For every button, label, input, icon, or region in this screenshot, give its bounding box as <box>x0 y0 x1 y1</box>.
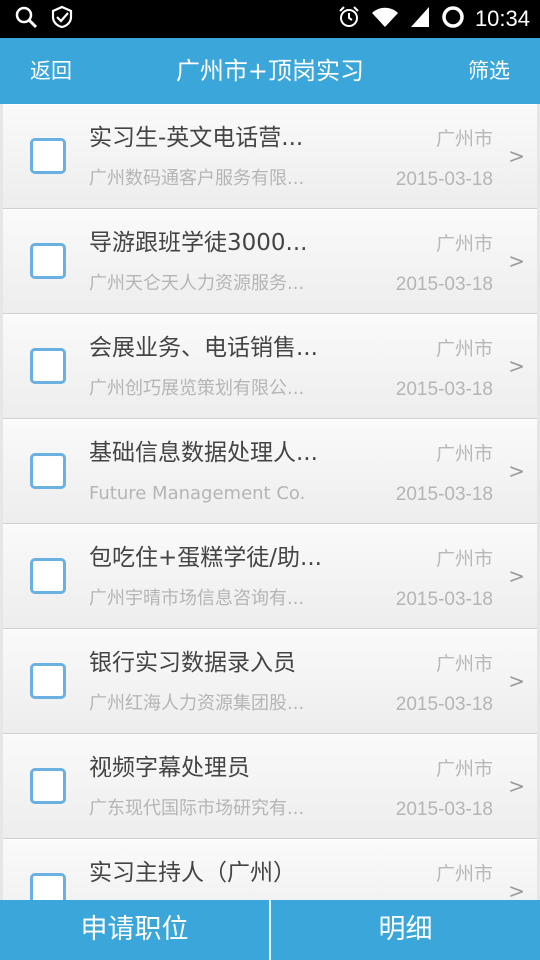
job-city: 广州市 <box>435 758 493 780</box>
job-date: 2015-03-18 <box>395 379 493 400</box>
job-title: 实习主持人（广州） <box>89 860 296 886</box>
job-city: 广州市 <box>435 548 493 570</box>
status-time: 10:34 <box>474 6 530 31</box>
job-row[interactable]: 会展业务、电话销售... 广州创巧展览策划有限公... 广州市 2015-03-… <box>3 314 537 419</box>
job-city: 广州市 <box>435 128 493 150</box>
wifi-icon <box>371 5 399 33</box>
bottom-action-bar: 申请职位 明细 <box>0 900 540 960</box>
job-row[interactable]: 实习主持人（广州） 广州市 > <box>3 839 537 900</box>
status-bar: 10:34 <box>0 0 540 38</box>
signal-icon <box>409 5 431 33</box>
job-title: 包吃住+蛋糕学徒/助... <box>89 545 322 571</box>
job-row[interactable]: 包吃住+蛋糕学徒/助... 广州宇晴市场信息咨询有... 广州市 2015-03… <box>3 524 537 629</box>
job-date: 2015-03-18 <box>395 484 493 505</box>
chevron-right-icon: > <box>508 879 525 900</box>
job-checkbox[interactable] <box>30 873 66 900</box>
job-row[interactable]: 实习生-英文电话营... 广州数码通客户服务有限... 广州市 2015-03-… <box>3 104 537 209</box>
job-city: 广州市 <box>435 338 493 360</box>
job-date: 2015-03-18 <box>395 589 493 610</box>
job-company: 广州红海人力资源集团股... <box>89 693 305 714</box>
job-row[interactable]: 银行实习数据录入员 广州红海人力资源集团股... 广州市 2015-03-18 … <box>3 629 537 734</box>
job-row[interactable]: 基础信息数据处理人... Future Management Co. 广州市 2… <box>3 419 537 524</box>
alarm-icon <box>337 5 361 33</box>
chevron-right-icon: > <box>508 564 525 588</box>
job-company: 广州宇晴市场信息咨询有... <box>89 588 305 609</box>
job-checkbox[interactable] <box>30 138 66 174</box>
job-checkbox[interactable] <box>30 348 66 384</box>
chevron-right-icon: > <box>508 669 525 693</box>
job-list[interactable]: 实习生-英文电话营... 广州数码通客户服务有限... 广州市 2015-03-… <box>0 104 540 900</box>
sync-icon <box>441 5 465 33</box>
job-company: 广州创巧展览策划有限公... <box>89 378 305 399</box>
job-checkbox[interactable] <box>30 768 66 804</box>
job-city: 广州市 <box>435 233 493 255</box>
job-title: 视频字幕处理员 <box>89 755 250 781</box>
job-date: 2015-03-18 <box>395 694 493 715</box>
divider <box>269 900 271 960</box>
job-date: 2015-03-18 <box>395 799 493 820</box>
job-row[interactable]: 导游跟班学徒3000... 广州天仑天人力资源服务... 广州市 2015-03… <box>3 209 537 314</box>
job-checkbox[interactable] <box>30 663 66 699</box>
search-icon <box>14 5 38 33</box>
job-checkbox[interactable] <box>30 558 66 594</box>
job-company: 广东现代国际市场研究有... <box>89 798 305 819</box>
job-date: 2015-03-18 <box>395 169 493 190</box>
job-title: 会展业务、电话销售... <box>89 335 318 361</box>
detail-button[interactable]: 明细 <box>271 900 540 960</box>
job-row[interactable]: 视频字幕处理员 广东现代国际市场研究有... 广州市 2015-03-18 > <box>3 734 537 839</box>
job-company: Future Management Co. <box>89 483 306 504</box>
job-date: 2015-03-18 <box>395 274 493 295</box>
page-title: 广州市+顶岗实习 <box>175 57 365 85</box>
job-company: 广州数码通客户服务有限... <box>89 168 305 189</box>
job-city: 广州市 <box>435 863 493 885</box>
chevron-right-icon: > <box>508 249 525 273</box>
job-title: 基础信息数据处理人... <box>89 440 318 466</box>
job-title: 导游跟班学徒3000... <box>89 230 308 256</box>
job-city: 广州市 <box>435 443 493 465</box>
job-title: 银行实习数据录入员 <box>89 650 296 676</box>
app-header: 返回 广州市+顶岗实习 筛选 <box>0 38 540 104</box>
shield-check-icon <box>50 5 74 33</box>
job-checkbox[interactable] <box>30 243 66 279</box>
chevron-right-icon: > <box>508 459 525 483</box>
chevron-right-icon: > <box>508 354 525 378</box>
chevron-right-icon: > <box>508 144 525 168</box>
job-title: 实习生-英文电话营... <box>89 125 304 151</box>
job-checkbox[interactable] <box>30 453 66 489</box>
job-city: 广州市 <box>435 653 493 675</box>
apply-position-button[interactable]: 申请职位 <box>0 900 269 960</box>
filter-button[interactable]: 筛选 <box>468 56 510 86</box>
job-company: 广州天仑天人力资源服务... <box>89 273 305 294</box>
chevron-right-icon: > <box>508 774 525 798</box>
back-button[interactable]: 返回 <box>30 56 72 86</box>
